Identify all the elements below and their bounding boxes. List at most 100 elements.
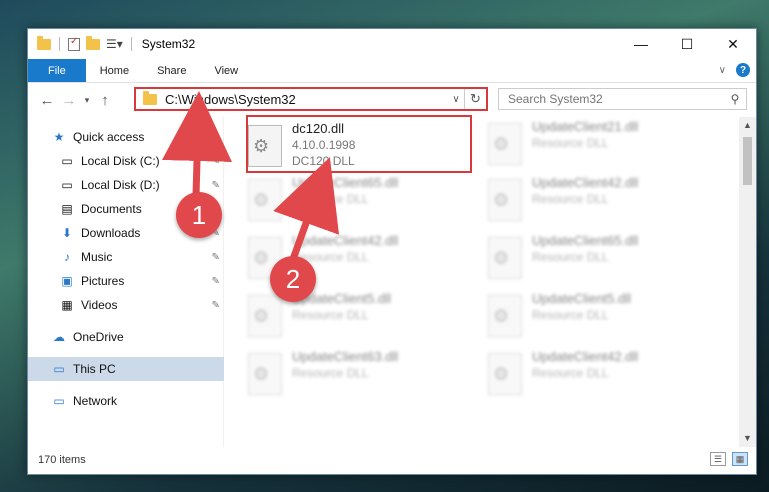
file-name: UpdateClient42.dll: [292, 233, 399, 248]
music-icon: ♪: [64, 250, 70, 264]
quick-access-toolbar: ☰▾: [28, 35, 134, 51]
up-arrow-icon[interactable]: ↑: [94, 92, 116, 109]
file-type: Resource DLL: [532, 250, 609, 264]
file-item[interactable]: UpdateClient21.dll Resource DLL: [486, 119, 716, 175]
navigation-pane: ★ Quick access ▭ Local Disk (C:) ✎ ▭ Loc…: [28, 117, 224, 447]
downloads-icon: ⬇: [61, 226, 73, 240]
file-name: UpdateClient42.dll: [532, 175, 639, 190]
pictures-icon: ▣: [61, 274, 73, 288]
scroll-thumb[interactable]: [743, 137, 752, 185]
dll-file-icon: [488, 237, 522, 279]
file-item[interactable]: UpdateClient63.dll Resource DLL: [246, 349, 476, 405]
title-bar: ☰▾ System32 — ☐ ✕: [28, 29, 756, 59]
file-name: UpdateClient65.dll: [532, 233, 639, 248]
file-type: Resource DLL: [532, 308, 609, 322]
expand-ribbon-icon[interactable]: ∨: [719, 65, 726, 76]
address-path[interactable]: C:\Windows\System32: [165, 92, 448, 107]
star-icon: ★: [53, 130, 65, 144]
sidebar-item-this-pc[interactable]: ▭ This PC: [28, 357, 224, 381]
tab-view[interactable]: View: [200, 59, 252, 82]
properties-icon[interactable]: [68, 36, 80, 51]
tiles-view-icon[interactable]: ▦: [732, 452, 748, 466]
folder-icon: [143, 90, 157, 105]
file-item[interactable]: UpdateClient42.dll Resource DLL: [486, 349, 716, 405]
sidebar-item-pictures[interactable]: ▣ Pictures ✎: [28, 269, 224, 293]
dll-file-icon: [488, 295, 522, 337]
sidebar-item-local-disk-c[interactable]: ▭ Local Disk (C:) ✎: [28, 149, 224, 173]
window-title: System32: [141, 37, 196, 51]
file-explorer-window: ☰▾ System32 — ☐ ✕ File Home Share View ∨…: [27, 28, 757, 475]
file-name: UpdateClient65.dll: [292, 175, 399, 190]
file-name: UpdateClient21.dll: [532, 119, 639, 134]
file-item[interactable]: UpdateClient65.dll Resource DLL: [246, 175, 476, 231]
forward-arrow-icon[interactable]: →: [58, 92, 80, 109]
pin-icon[interactable]: ✎: [212, 276, 220, 287]
file-name: UpdateClient5.dll: [532, 291, 632, 306]
sidebar-item-onedrive[interactable]: ☁ OneDrive: [28, 325, 224, 349]
sidebar-item-label: Quick access: [73, 130, 145, 144]
sidebar-item-quick-access[interactable]: ★ Quick access: [28, 125, 224, 149]
scroll-up-icon[interactable]: ▲: [739, 117, 756, 134]
documents-icon: ▤: [61, 202, 73, 216]
content-area: ★ Quick access ▭ Local Disk (C:) ✎ ▭ Loc…: [28, 115, 756, 447]
pin-icon[interactable]: ✎: [212, 300, 220, 311]
pin-icon[interactable]: ✎: [212, 252, 220, 263]
chevron-down-icon[interactable]: ∨: [448, 94, 464, 105]
file-type: Resource DLL: [292, 308, 369, 322]
pin-icon[interactable]: ✎: [212, 180, 220, 191]
view-switcher: ☰ ▦: [710, 452, 748, 466]
dll-file-icon: [248, 353, 282, 395]
help-icon[interactable]: ?: [736, 63, 750, 77]
status-bar: 170 items ☰ ▦: [28, 446, 756, 474]
tab-home[interactable]: Home: [86, 59, 143, 82]
dll-file-icon: [248, 179, 282, 221]
maximize-button[interactable]: ☐: [664, 29, 710, 59]
search-input[interactable]: [508, 92, 724, 106]
sidebar-item-label: Downloads: [81, 226, 141, 240]
onedrive-icon: ☁: [53, 330, 65, 344]
file-item[interactable]: UpdateClient5.dll Resource DLL: [486, 291, 716, 347]
recent-locations-icon[interactable]: ▾: [80, 95, 94, 106]
search-icon: ⚲: [730, 92, 740, 106]
file-type: Resource DLL: [292, 192, 369, 206]
sidebar-item-label: Documents: [81, 202, 142, 216]
refresh-icon[interactable]: ↻: [464, 89, 486, 109]
sidebar-item-label: Local Disk (C:): [81, 154, 160, 168]
file-type: Resource DLL: [532, 136, 609, 150]
tab-share[interactable]: Share: [143, 59, 200, 82]
divider: [130, 37, 132, 51]
sidebar-item-label: Network: [73, 394, 118, 408]
file-item[interactable]: UpdateClient42.dll Resource DLL: [486, 175, 716, 231]
new-folder-icon[interactable]: [86, 35, 100, 50]
file-name: UpdateClient42.dll: [532, 349, 639, 364]
window-controls: — ☐ ✕: [618, 29, 756, 59]
dll-file-icon: [488, 353, 522, 395]
search-box[interactable]: ⚲: [498, 88, 747, 110]
file-item[interactable]: UpdateClient5.dllResource DLL: [246, 291, 476, 347]
minimize-button[interactable]: —: [618, 29, 664, 59]
details-view-icon[interactable]: ☰: [710, 452, 726, 466]
scroll-down-icon[interactable]: ▼: [739, 430, 756, 447]
videos-icon: ▦: [61, 298, 73, 312]
dll-file-icon: [488, 179, 522, 221]
this-pc-icon: ▭: [53, 362, 65, 376]
file-item[interactable]: UpdateClient65.dll Resource DLL: [486, 233, 716, 289]
tab-file[interactable]: File: [28, 59, 86, 82]
file-type: Resource DLL: [532, 366, 609, 380]
ribbon-right: ∨ ?: [719, 63, 750, 77]
vertical-scrollbar[interactable]: ▲ ▼: [739, 117, 756, 447]
navigation-bar: ← → ▾ ↑ C:\Windows\System32 ∨ ↻ ⚲: [28, 83, 756, 117]
address-bar[interactable]: C:\Windows\System32 ∨ ↻: [134, 87, 488, 111]
pin-icon[interactable]: ✎: [212, 156, 220, 167]
sidebar-item-videos[interactable]: ▦ Videos ✎: [28, 293, 224, 317]
sidebar-item-network[interactable]: ▭ Network: [28, 389, 224, 413]
dll-file-icon: [248, 295, 282, 337]
back-arrow-icon[interactable]: ←: [36, 92, 58, 109]
divider: [59, 37, 60, 51]
dll-file-icon: [488, 123, 522, 165]
close-button[interactable]: ✕: [710, 29, 756, 59]
customize-qat-icon[interactable]: ☰▾: [106, 37, 123, 51]
sidebar-item-label: Music: [81, 250, 113, 264]
sidebar-item-music[interactable]: ♪ Music ✎: [28, 245, 224, 269]
sidebar-item-label: Videos: [81, 298, 118, 312]
